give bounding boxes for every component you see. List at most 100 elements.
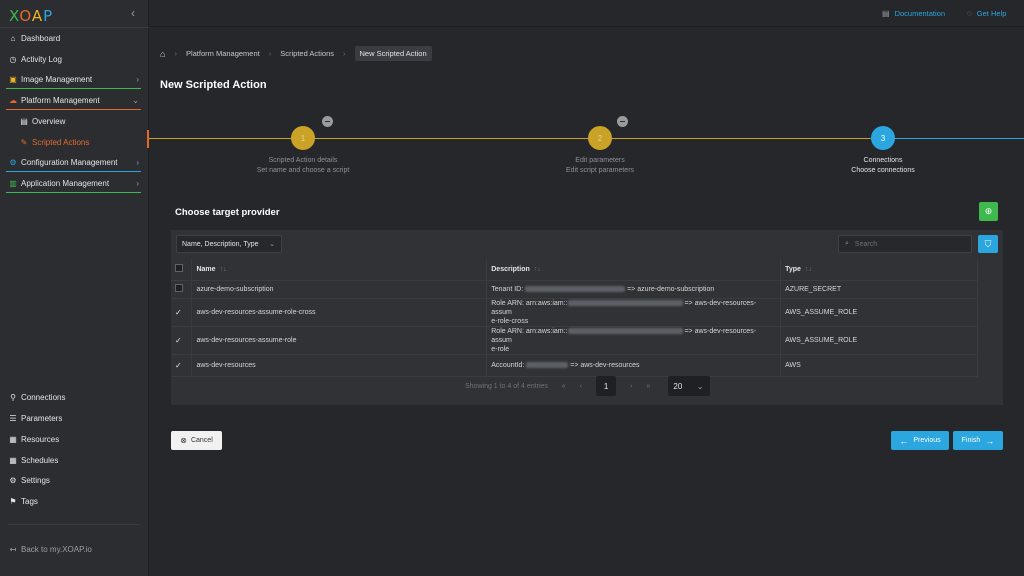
step-3-circle[interactable]: 3 [871,126,895,150]
next-page-icon[interactable]: › [630,383,632,390]
sidebar-item-label: Tags [21,496,38,506]
arrow-right-icon: → [985,435,995,446]
xoap-logo[interactable]: XOAP [9,7,53,25]
previous-button[interactable]: ← Previous [891,431,949,450]
select-all-cell [171,259,193,281]
sidebar-item-resources[interactable]: ▦ Resources [0,429,149,449]
add-provider-button[interactable]: ⊕ [979,202,998,221]
step-2-minus-icon[interactable] [617,116,628,127]
step-1-minus-icon[interactable] [322,116,333,127]
row-name: aws-dev-resources-assume-role [191,326,488,355]
sidebar-item-label: Dashboard [21,33,61,43]
config-icon: ⚙ [9,157,17,167]
arrow-left-icon: ← [899,435,909,446]
chat-icon: ◌ [967,9,972,18]
row-checkbox[interactable] [175,284,183,292]
desc-prefix: AccountId: [491,361,525,369]
list-icon: ☰ [9,413,17,423]
first-page-icon[interactable]: « [562,383,566,390]
chevron-down-icon: ⌄ [696,381,704,391]
step-1-circle[interactable]: 1 [291,126,315,150]
sort-icon[interactable]: ↑↓ [534,266,541,273]
sidebar-item-image-management[interactable]: ▣ Image Management › [0,69,149,89]
sidebar-item-connections[interactable]: ⚲ Connections [0,387,149,407]
select-all-checkbox[interactable] [175,264,183,273]
last-page-icon[interactable]: » [646,383,650,390]
row-type: AWS_ASSUME_ROLE [780,326,978,355]
sidebar-item-schedules[interactable]: ▦ Schedules [0,450,149,470]
sidebar-bottom-divider [8,524,140,525]
prev-page-icon[interactable]: ‹ [580,383,582,390]
search-icon: ⌕ [845,240,849,247]
filter-columns-select[interactable]: Name, Description, Type ⌄ [176,235,282,253]
logo-letter-p: P [43,7,54,25]
search-input[interactable]: ⌕ Search [838,235,972,253]
column-header-description[interactable]: Description ↑↓ [486,259,782,281]
step-3-subtitle: Choose connections [851,167,915,174]
sidebar-item-activity-log[interactable]: ◷ Activity Log [0,49,149,69]
column-header-type[interactable]: Type ↑↓ [780,259,978,281]
chevron-down-icon: ⌄ [132,95,139,105]
sidebar-item-tags[interactable]: ⚑ Tags [0,491,149,511]
documentation-link[interactable]: ▤ Documentation [882,9,945,18]
checkmark-icon[interactable]: ✓ [175,308,182,317]
sort-icon[interactable]: ↑↓ [220,266,227,273]
chart-icon: ▥ [9,178,17,188]
table-row[interactable]: ✓ aws-dev-resources-assume-role Role ARN… [171,326,978,355]
back-to-xoap-link[interactable]: ↤ Back to my.XOAP.io [0,539,149,559]
header-name-label: Name [196,265,216,273]
page-title: New Scripted Action [160,79,267,91]
sidebar-item-platform-management[interactable]: ☁ Platform Management ⌄ [0,90,149,110]
current-page-button[interactable]: 1 [596,376,617,396]
logo-letter-o: O [19,7,32,25]
book-icon: ▤ [882,9,890,18]
desc-prefix: Role ARN: arn:aws:iam:: [491,327,568,335]
breadcrumb-scripted-actions[interactable]: Scripted Actions [280,49,334,58]
back-link-label: Back to my.XOAP.io [21,544,92,554]
redacted-value [567,327,683,334]
sidebar-item-label: Settings [21,475,50,485]
table-row[interactable]: ✓ aws-dev-resources AccountId: => aws-de… [171,354,978,377]
checkmark-icon[interactable]: ✓ [175,361,182,370]
row-type: AZURE_SECRET [780,280,978,299]
row-name: azure-demo-subscription [191,280,488,299]
sidebar-item-label: Parameters [21,413,63,423]
cancel-button[interactable]: ⊗ Cancel [171,431,222,450]
sidebar-item-configuration-management[interactable]: ⚙ Configuration Management › [0,152,149,172]
breadcrumb-platform-management[interactable]: Platform Management [186,49,260,58]
table-row[interactable]: ✓ aws-dev-resources-assume-role-cross Ro… [171,298,978,327]
sidebar-item-application-management[interactable]: ▥ Application Management › [0,173,149,193]
sidebar-item-parameters[interactable]: ☰ Parameters [0,408,149,428]
row-description: AccountId: => aws-dev-resources [486,354,782,377]
desc-suffix: => aws-dev-resources [570,361,640,369]
desc-line2: e-role [491,345,510,353]
calendar-icon: ▦ [9,455,17,465]
desc-line2: e-role-cross [491,317,529,325]
link-icon: ⚲ [10,392,16,402]
filter-button[interactable]: ⛉ [978,235,998,253]
providers-table: Name ↑↓ Description ↑↓ Type ↑↓ azure-demo-s… [171,259,978,377]
topbar: ▤ Documentation ◌ Get Help [149,0,1024,27]
row-type: AWS_ASSUME_ROLE [780,298,978,327]
sidebar-item-label: Scripted Actions [32,137,90,147]
pagination-summary: Showing 1 to 4 of 4 entries [465,382,548,390]
table-header-row: Name ↑↓ Description ↑↓ Type ↑↓ [171,259,978,281]
sidebar-item-overview[interactable]: ▤ Overview [0,111,149,131]
plus-circle-icon: ⊕ [984,206,993,216]
step-2-circle[interactable]: 2 [588,126,612,150]
sort-icon[interactable]: ↑↓ [805,266,812,273]
image-icon: ▣ [9,74,17,84]
sidebar-item-dashboard[interactable]: ⌂ Dashboard [0,28,149,48]
sidebar-item-settings[interactable]: ⚙ Settings [0,470,149,490]
row-name: aws-dev-resources-assume-role-cross [191,298,488,327]
page-size-select[interactable]: 20 ⌄ [668,376,711,396]
finish-button[interactable]: Finish → [953,431,1003,450]
column-header-name[interactable]: Name ↑↓ [191,259,488,281]
bookmark-icon: ⚑ [9,496,17,506]
checkmark-icon[interactable]: ✓ [175,336,182,345]
collapse-sidebar-icon[interactable]: ‹ [131,6,135,20]
sidebar-item-scripted-actions[interactable]: ✎ Scripted Actions [0,132,149,152]
get-help-link[interactable]: ◌ Get Help [967,9,1006,18]
home-icon[interactable]: ⌂ [160,49,165,59]
table-row[interactable]: azure-demo-subscription Tenant ID: => az… [171,280,978,299]
